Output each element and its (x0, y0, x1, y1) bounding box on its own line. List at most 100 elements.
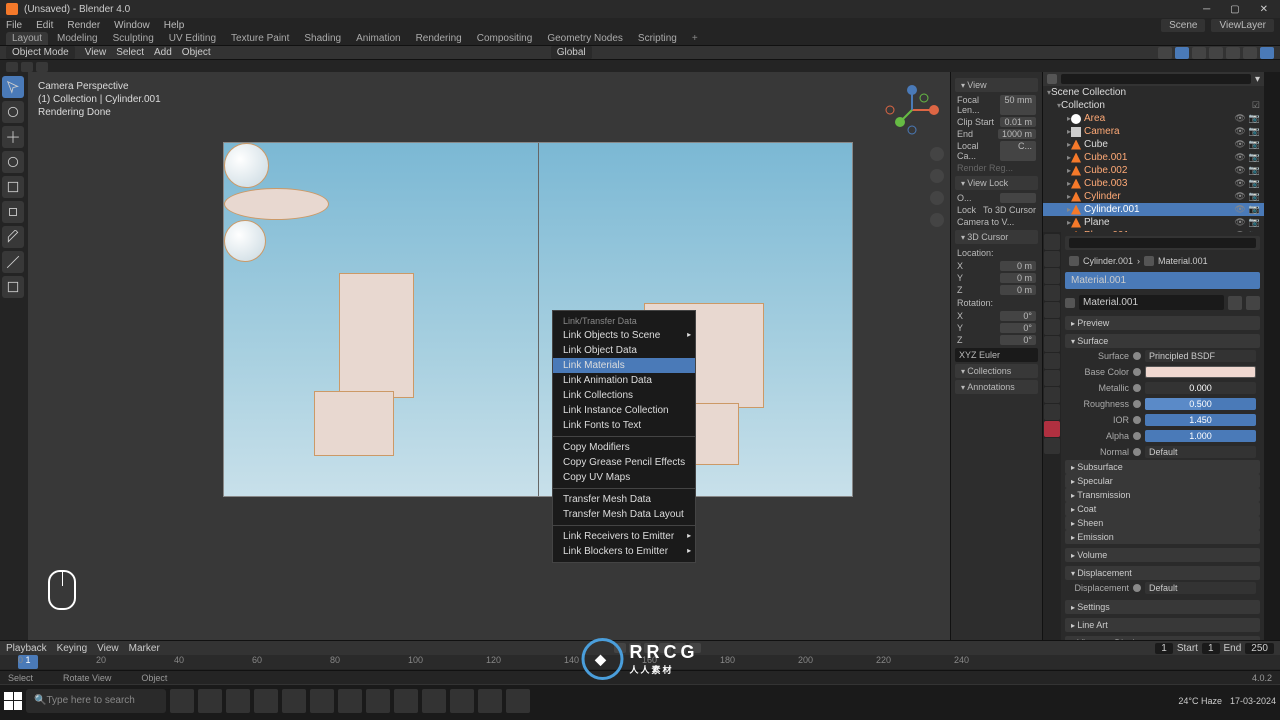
section-transmission[interactable]: Transmission (1065, 488, 1260, 502)
tb-app-2[interactable] (198, 689, 222, 713)
shading-wire[interactable] (1209, 47, 1223, 59)
nav-gizmo[interactable] (882, 80, 942, 140)
cury-field[interactable]: 0 m (1000, 273, 1036, 283)
tl-keying[interactable]: Keying (57, 643, 88, 654)
outliner-item-cylinder[interactable]: Cylinder👁📷 (1043, 190, 1264, 203)
proptab-data[interactable] (1044, 404, 1060, 420)
lock-cursor-check[interactable]: To 3D Cursor (983, 205, 1036, 215)
section-sheen[interactable]: Sheen (1065, 516, 1260, 530)
proptab-physics[interactable] (1044, 370, 1060, 386)
tool-addcube[interactable] (2, 276, 24, 298)
proptab-object[interactable] (1044, 319, 1060, 335)
ctx-link-blockers[interactable]: Link Blockers to Emitter (553, 544, 695, 559)
alpha-slider[interactable]: 1.000 (1145, 430, 1256, 442)
ctx-link-animation[interactable]: Link Animation Data (553, 373, 695, 388)
lens-field[interactable]: 50 mm (1000, 95, 1036, 115)
outliner-item-area[interactable]: Area👁📷 (1043, 112, 1264, 125)
viewport-3d[interactable]: Camera Perspective (1) Collection | Cyli… (28, 72, 950, 640)
tb-app-8[interactable] (366, 689, 390, 713)
properties-search[interactable] (1069, 238, 1256, 248)
curz-field[interactable]: 0 m (1000, 285, 1036, 295)
ior-dot[interactable] (1133, 416, 1141, 424)
bc-mat[interactable]: Material.001 (1158, 256, 1208, 266)
npanel-collections-hdr[interactable]: Collections (955, 364, 1038, 378)
tool-transform[interactable] (2, 201, 24, 223)
tb-app-4[interactable] (254, 689, 278, 713)
alpha-dot[interactable] (1133, 432, 1141, 440)
section-volume[interactable]: Volume (1065, 548, 1260, 562)
proptab-scene[interactable] (1044, 285, 1060, 301)
overlay-toggle[interactable] (1158, 47, 1172, 59)
proptab-material[interactable] (1044, 421, 1060, 437)
menu-render[interactable]: Render (67, 20, 100, 31)
rough-dot[interactable] (1133, 400, 1141, 408)
section-subsurface[interactable]: Subsurface (1065, 460, 1260, 474)
ctx-link-object-data[interactable]: Link Object Data (553, 343, 695, 358)
proptab-render[interactable] (1044, 234, 1060, 250)
tab-sculpting[interactable]: Sculpting (107, 32, 160, 45)
tl-jump-end[interactable] (689, 643, 701, 653)
ctx-link-receivers[interactable]: Link Receivers to Emitter (553, 529, 695, 544)
tl-play-rev[interactable] (644, 643, 656, 653)
tab-geonodes[interactable]: Geometry Nodes (541, 32, 629, 45)
shading-matprev[interactable] (1243, 47, 1257, 59)
proptab-texture[interactable] (1044, 438, 1060, 454)
tab-animation[interactable]: Animation (350, 32, 406, 45)
outliner-scene[interactable]: Scene Collection (1043, 86, 1264, 99)
minimize-button[interactable]: ─ (1197, 4, 1216, 15)
outliner-item-cube-003[interactable]: Cube.003👁📷 (1043, 177, 1264, 190)
clipstart-field[interactable]: 0.01 m (1000, 117, 1036, 127)
proptab-modifier[interactable] (1044, 336, 1060, 352)
localcam-field[interactable]: C... (1000, 141, 1036, 161)
tab-rendering[interactable]: Rendering (410, 32, 468, 45)
croty-field[interactable]: 0° (1000, 323, 1036, 333)
rotation-mode-select[interactable]: XYZ Euler (955, 348, 1038, 362)
header-add[interactable]: Add (154, 47, 172, 58)
taskbar-search[interactable]: 🔍 Type here to search (26, 689, 166, 713)
pivot-btn-1[interactable] (6, 62, 18, 72)
tb-date[interactable]: 17-03-2024 (1230, 696, 1276, 706)
viewlayer-selector[interactable]: ViewLayer (1211, 19, 1274, 32)
ior-slider[interactable]: 1.450 (1145, 414, 1256, 426)
outliner-collection[interactable]: Collection☑ (1043, 99, 1264, 112)
tool-annotate[interactable] (2, 226, 24, 248)
section-settings[interactable]: Settings (1065, 600, 1260, 614)
section-lineart[interactable]: Line Art (1065, 618, 1260, 632)
ctx-link-collections[interactable]: Link Collections (553, 388, 695, 403)
tb-app-10[interactable] (422, 689, 446, 713)
tool-scale[interactable] (2, 176, 24, 198)
metallic-slider[interactable]: 0.000 (1145, 382, 1256, 394)
ctx-transfer-mesh[interactable]: Transfer Mesh Data (553, 492, 695, 507)
basecolor-swatch[interactable] (1145, 366, 1256, 378)
menu-edit[interactable]: Edit (36, 20, 53, 31)
menu-help[interactable]: Help (164, 20, 185, 31)
basecolor-dot[interactable] (1133, 368, 1141, 376)
ctx-link-instance[interactable]: Link Instance Collection (553, 403, 695, 418)
outliner-item-plane[interactable]: Plane👁📷 (1043, 216, 1264, 229)
outliner-search[interactable] (1061, 74, 1251, 84)
pivot-btn-2[interactable] (21, 62, 33, 72)
tb-app-5[interactable] (282, 689, 306, 713)
tab-modeling[interactable]: Modeling (51, 32, 104, 45)
xray-toggle[interactable] (1192, 47, 1206, 59)
mat-del-button[interactable] (1246, 296, 1260, 310)
outliner-item-camera[interactable]: Camera👁📷 (1043, 125, 1264, 138)
timeline-ruler[interactable]: 1 020406080100120140160180200220240 (0, 655, 1280, 669)
tb-app-12[interactable] (478, 689, 502, 713)
surface-node-dot[interactable] (1133, 352, 1141, 360)
tb-app-1[interactable] (170, 689, 194, 713)
bc-obj[interactable]: Cylinder.001 (1083, 256, 1133, 266)
tl-cur-frame[interactable]: 1 (1155, 643, 1173, 654)
header-object[interactable]: Object (182, 47, 211, 58)
tool-cursor[interactable] (2, 101, 24, 123)
shading-solid[interactable] (1226, 47, 1240, 59)
mode-selector[interactable]: Object Mode (6, 46, 75, 59)
tl-end-field[interactable]: 250 (1245, 643, 1274, 654)
tab-texpaint[interactable]: Texture Paint (225, 32, 295, 45)
tab-shading[interactable]: Shading (298, 32, 347, 45)
crotz-field[interactable]: 0° (1000, 335, 1036, 345)
ctx-link-fonts[interactable]: Link Fonts to Text (553, 418, 695, 433)
metallic-dot[interactable] (1133, 384, 1141, 392)
tb-app-7[interactable] (338, 689, 362, 713)
close-button[interactable]: ✕ (1254, 4, 1274, 15)
